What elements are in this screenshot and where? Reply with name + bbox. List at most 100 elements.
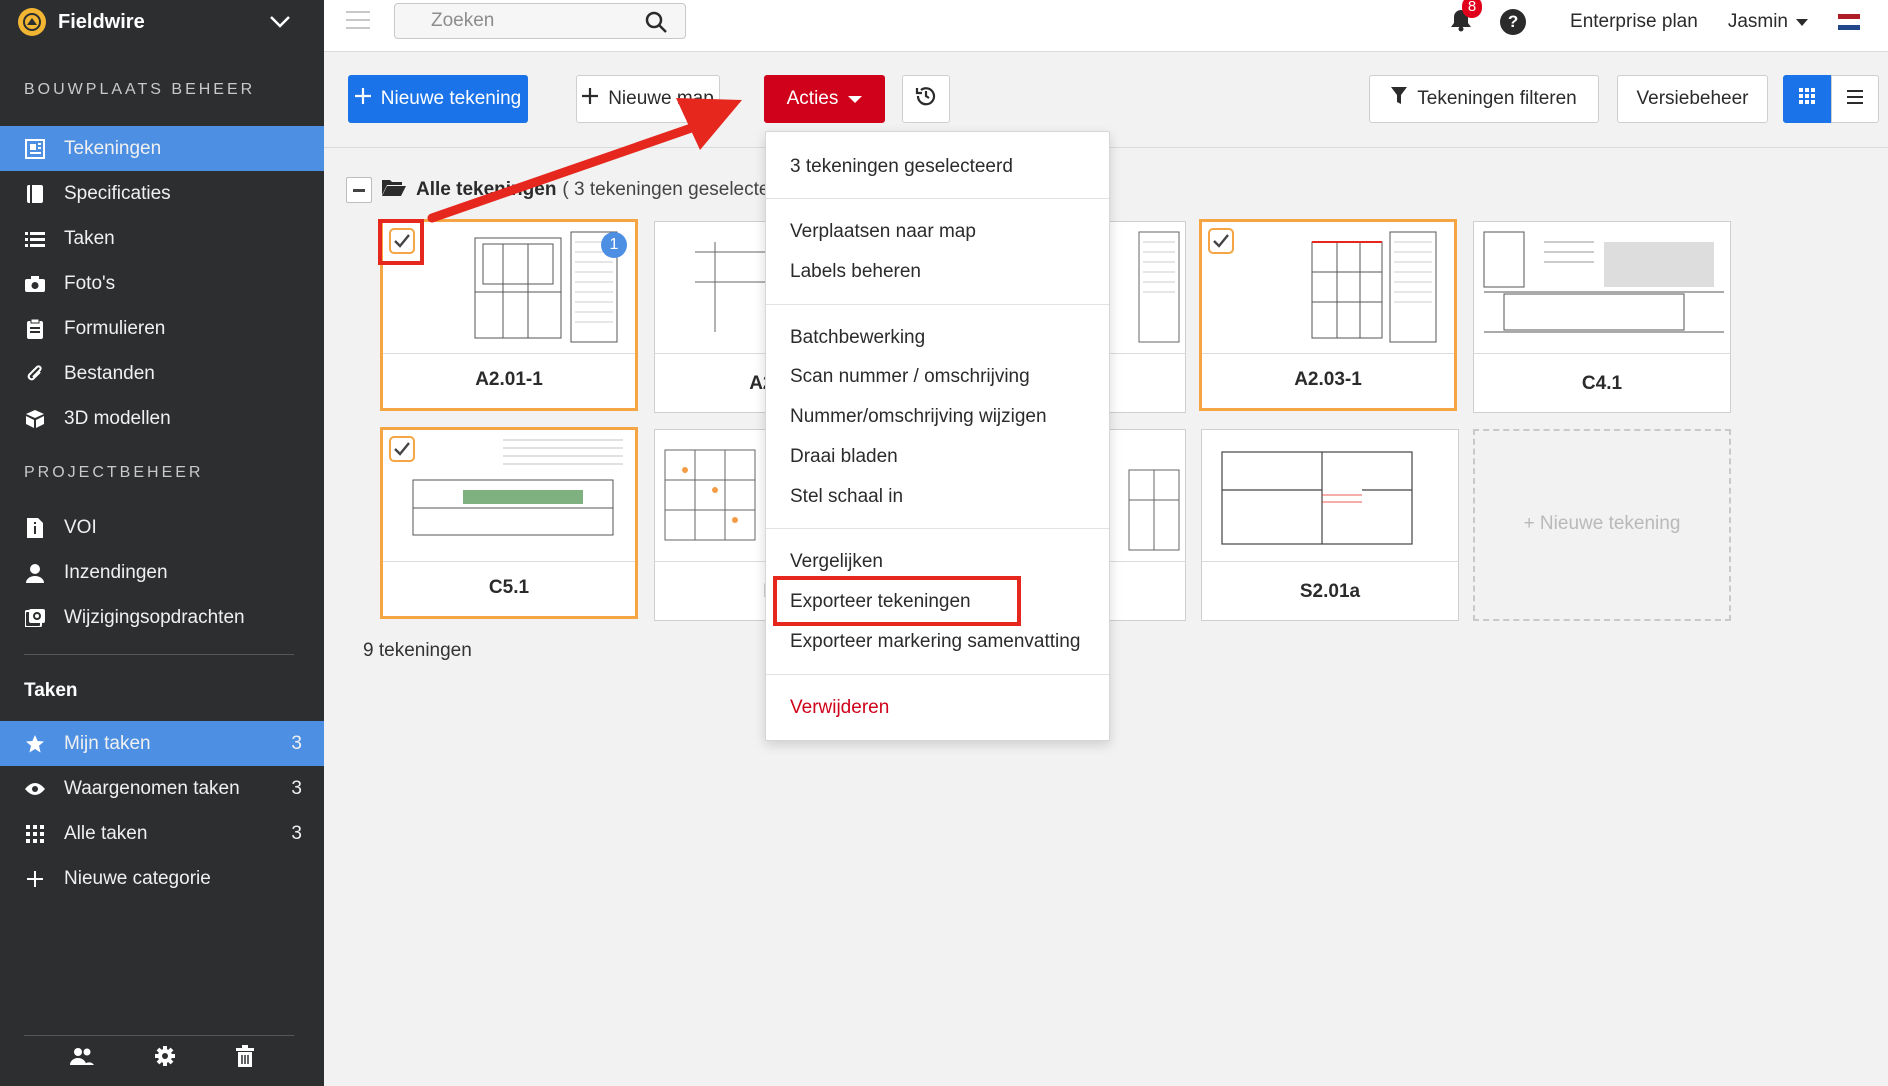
grid-icon <box>1799 88 1815 110</box>
clipboard-icon <box>24 318 46 340</box>
menu-item-batch-edit[interactable]: Batchbewerking <box>790 327 925 349</box>
list-view-button[interactable] <box>1831 75 1879 123</box>
actions-button[interactable]: Acties <box>764 75 885 123</box>
drawing-label: C5.1 <box>488 577 530 598</box>
folder-open-icon <box>382 177 406 203</box>
drawing-count: 9 tekeningen <box>363 640 472 661</box>
sidebar-item-watched-tasks[interactable]: Waargenomen taken 3 <box>0 766 324 811</box>
document-info-icon <box>24 517 46 539</box>
sidebar-item-drawings[interactable]: Tekeningen <box>0 126 324 171</box>
sidebar-item-3d-models[interactable]: 3D modellen <box>0 396 324 441</box>
sidebar-item-photos[interactable]: Foto's <box>0 261 324 306</box>
menu-item-compare[interactable]: Vergelijken <box>790 551 883 573</box>
sidebar-item-forms[interactable]: Formulieren <box>0 306 324 351</box>
drawing-label: C4.1 <box>1581 373 1623 394</box>
plus-icon <box>354 88 371 110</box>
drawing-checkbox[interactable] <box>1208 228 1234 254</box>
change-order-icon <box>24 607 46 629</box>
sidebar-item-files[interactable]: Bestanden <box>0 351 324 396</box>
drawing-thumbnail <box>1202 430 1458 562</box>
menu-item-change-number[interactable]: Nummer/omschrijving wijzigen <box>790 406 1047 428</box>
menu-separator <box>766 674 1109 675</box>
menu-item-manage-labels[interactable]: Labels beheren <box>790 261 921 283</box>
dutch-flag-icon[interactable] <box>1838 14 1860 30</box>
gear-icon[interactable] <box>154 1045 176 1072</box>
cube-icon <box>24 408 46 430</box>
drawing-card[interactable]: C4.1 <box>1473 221 1731 413</box>
sidebar-item-new-category[interactable]: Nieuwe categorie <box>0 856 324 901</box>
menu-item-scan-number[interactable]: Scan nummer / omschrijving <box>790 366 1030 388</box>
plus-icon <box>24 868 46 890</box>
drawing-checkbox[interactable] <box>389 436 415 462</box>
annotation-highlight-checkbox <box>378 219 424 265</box>
drawing-card[interactable]: A2.03-1 <box>1199 219 1457 411</box>
menu-item-move-to-folder[interactable]: Verplaatsen naar map <box>790 221 976 243</box>
section-project-management: PROJECTBEHEER <box>24 464 204 481</box>
menu-item-rotate-sheets[interactable]: Draai bladen <box>790 446 898 468</box>
user-icon <box>24 562 46 584</box>
eye-icon <box>24 778 46 800</box>
sidebar-item-tasks[interactable]: Taken <box>0 216 324 261</box>
hamburger-menu-icon[interactable] <box>346 10 370 35</box>
sidebar: Fieldwire BOUWPLAATS BEHEER Tekeningen S… <box>0 0 324 1086</box>
notifications-button[interactable]: 8 <box>1450 0 1483 37</box>
sidebar-item-all-tasks[interactable]: Alle taken 3 <box>0 811 324 856</box>
plan-link[interactable]: Enterprise plan <box>1570 11 1698 33</box>
search-icon[interactable] <box>645 11 667 39</box>
new-folder-button[interactable]: Nieuwe map <box>576 75 720 123</box>
sidebar-item-submittals[interactable]: Inzendingen <box>0 550 324 595</box>
drawing-card[interactable]: C5.1 <box>380 427 638 619</box>
drawing-label: A2.03-1 <box>1294 369 1362 390</box>
new-drawing-label: + Nieuwe tekening <box>1523 513 1681 534</box>
plus-icon <box>582 88 599 110</box>
grid-icon <box>24 823 46 845</box>
sidebar-item-change-orders[interactable]: Wijzigingsopdrachten <box>0 595 324 640</box>
menu-separator <box>766 304 1109 305</box>
version-badge: 1 <box>601 232 627 258</box>
menu-item-set-scale[interactable]: Stel schaal in <box>790 486 903 508</box>
search-input[interactable]: Zoeken <box>394 3 686 39</box>
drawing-thumbnail <box>383 430 635 562</box>
filter-drawings-button[interactable]: Tekeningen filteren <box>1369 75 1599 123</box>
trash-icon[interactable] <box>236 1044 254 1072</box>
topbar: Zoeken 8 ? Enterprise plan Jasmin <box>324 0 1888 52</box>
folder-header: Alle tekeningen ( 3 tekeningen geselecte… <box>346 174 809 206</box>
caret-down-icon <box>848 88 863 110</box>
drawing-thumbnail <box>1202 222 1454 354</box>
grid-view-button[interactable] <box>1783 75 1831 123</box>
help-icon[interactable]: ? <box>1500 9 1527 35</box>
user-menu[interactable]: Jasmin <box>1728 11 1808 33</box>
history-button[interactable] <box>902 75 950 123</box>
menu-header-selection: 3 tekeningen geselecteerd <box>790 156 1013 177</box>
version-management-button[interactable]: Versiebeheer <box>1617 75 1768 123</box>
drawing-label: S2.01a <box>1299 581 1361 602</box>
count-badge: 3 <box>291 732 302 754</box>
topbar-right: 8 ? Enterprise plan Jasmin <box>1450 0 1888 44</box>
actions-dropdown-menu: 3 tekeningen geselecteerd Verplaatsen na… <box>765 131 1110 741</box>
app-name: Fieldwire <box>58 10 145 33</box>
count-badge: 3 <box>291 777 302 799</box>
book-icon <box>24 183 46 205</box>
sidebar-divider <box>24 654 294 655</box>
chevron-down-icon[interactable] <box>268 12 292 37</box>
menu-item-delete[interactable]: Verwijderen <box>790 697 889 719</box>
new-drawing-button[interactable]: Nieuwe tekening <box>348 75 528 123</box>
list-icon <box>24 228 46 250</box>
collapse-checkbox[interactable] <box>346 177 372 203</box>
count-badge: 3 <box>291 822 302 844</box>
sidebar-item-my-tasks[interactable]: Mijn taken 3 <box>0 721 324 766</box>
bell-icon <box>1450 9 1472 36</box>
sidebar-item-specifications[interactable]: Specificaties <box>0 171 324 216</box>
filter-icon <box>1391 87 1408 111</box>
sidebar-item-rfi[interactable]: VOI <box>0 505 324 550</box>
new-drawing-card[interactable]: + Nieuwe tekening <box>1473 429 1731 621</box>
menu-item-export-markup-summary[interactable]: Exporteer markering samenvatting <box>790 631 1080 653</box>
drawing-label: A2.01-1 <box>475 369 543 390</box>
camera-icon <box>24 273 46 295</box>
users-icon[interactable] <box>70 1047 94 1070</box>
drawing-card[interactable]: S2.01a <box>1201 429 1459 621</box>
sidebar-footer <box>0 1030 324 1086</box>
history-icon <box>915 85 937 113</box>
section-site-management: BOUWPLAATS BEHEER <box>24 81 256 98</box>
list-icon <box>1847 88 1863 110</box>
